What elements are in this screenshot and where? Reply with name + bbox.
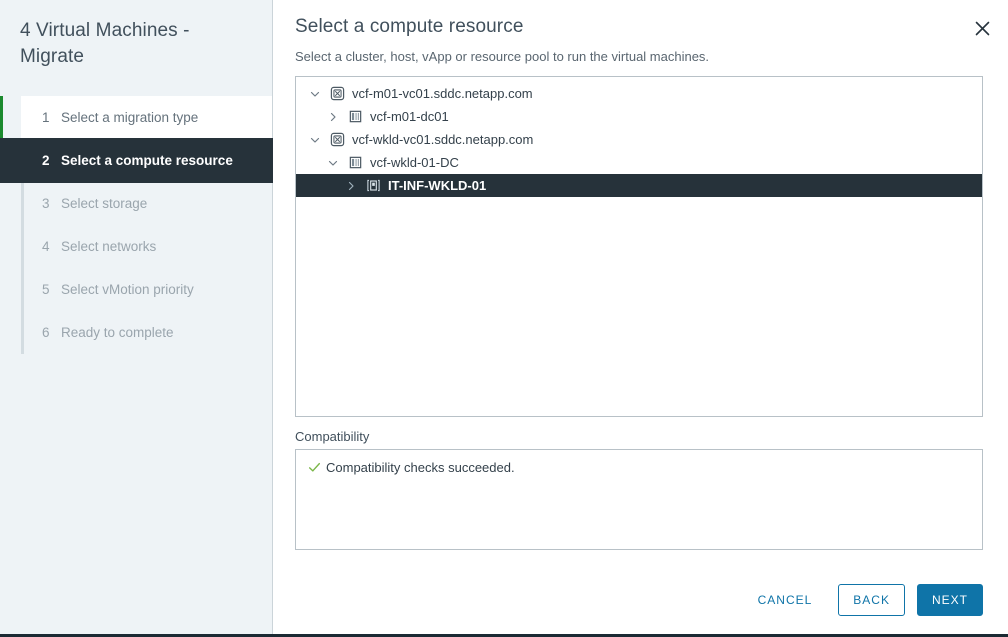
tree-row[interactable]: vcf-wkld-vc01.sddc.netapp.com (296, 128, 982, 151)
compute-resource-tree[interactable]: vcf-m01-vc01.sddc.netapp.com (295, 76, 983, 417)
tree-row-label: vcf-wkld-01-DC (366, 155, 459, 170)
step-number: 6 (42, 325, 61, 340)
check-icon (308, 460, 326, 474)
step-number: 4 (42, 239, 61, 254)
tree-row[interactable]: vcf-wkld-01-DC (296, 151, 982, 174)
datacenter-icon (344, 155, 366, 170)
tree-row-label: vcf-m01-dc01 (366, 109, 449, 124)
step-number: 1 (42, 110, 61, 125)
sidebar-step-4: 4 Select networks (21, 225, 272, 268)
chevron-right-icon[interactable] (322, 112, 344, 122)
close-button[interactable] (970, 16, 994, 40)
step-label: Select a compute resource (61, 153, 233, 168)
tree-row-label: IT-INF-WKLD-01 (384, 178, 486, 193)
vcenter-icon (326, 132, 348, 147)
chevron-down-icon[interactable] (322, 158, 344, 168)
wizard-footer: CANCEL BACK NEXT (744, 584, 983, 616)
migrate-wizard-dialog: 4 Virtual Machines - Migrate 1 Select a … (0, 0, 1008, 637)
step-number: 2 (42, 153, 61, 168)
back-button[interactable]: BACK (838, 584, 905, 616)
compatibility-panel: Compatibility checks succeeded. (295, 449, 983, 550)
step-label: Select networks (61, 239, 156, 254)
wizard-title: 4 Virtual Machines - Migrate (0, 0, 272, 70)
vcenter-icon (326, 86, 348, 101)
step-label: Select vMotion priority (61, 282, 194, 297)
tree-row-selected[interactable]: IT-INF-WKLD-01 (296, 174, 982, 197)
sidebar-step-6: 6 Ready to complete (21, 311, 272, 354)
wizard-sidebar: 4 Virtual Machines - Migrate 1 Select a … (0, 0, 273, 634)
tree-row-label: vcf-m01-vc01.sddc.netapp.com (348, 86, 533, 101)
tree-row-label: vcf-wkld-vc01.sddc.netapp.com (348, 132, 533, 147)
close-icon (975, 21, 990, 36)
step-number: 5 (42, 282, 61, 297)
tree-row[interactable]: vcf-m01-dc01 (296, 105, 982, 128)
step-number: 3 (42, 196, 61, 211)
compatibility-message: Compatibility checks succeeded. (326, 460, 515, 475)
chevron-right-icon[interactable] (340, 181, 362, 191)
wizard-content: Select a compute resource Select a clust… (273, 0, 1008, 634)
sidebar-step-5: 5 Select vMotion priority (21, 268, 272, 311)
next-button[interactable]: NEXT (917, 584, 983, 616)
cancel-button[interactable]: CANCEL (744, 584, 827, 616)
compatibility-label: Compatibility (295, 429, 983, 444)
sidebar-step-1[interactable]: 1 Select a migration type (21, 96, 272, 139)
step-completed-marker (0, 96, 3, 139)
tree-row[interactable]: vcf-m01-vc01.sddc.netapp.com (296, 82, 982, 105)
chevron-down-icon[interactable] (304, 135, 326, 145)
cluster-icon (362, 178, 384, 193)
sidebar-step-3: 3 Select storage (21, 182, 272, 225)
page-title: Select a compute resource (295, 16, 983, 38)
compatibility-status: Compatibility checks succeeded. (308, 460, 970, 475)
step-label: Select a migration type (61, 110, 198, 125)
chevron-down-icon[interactable] (304, 89, 326, 99)
step-label: Select storage (61, 196, 147, 211)
wizard-step-list: 1 Select a migration type 2 Select a com… (0, 96, 272, 354)
datacenter-icon (344, 109, 366, 124)
sidebar-step-2[interactable]: 2 Select a compute resource (0, 139, 272, 182)
page-subtitle: Select a cluster, host, vApp or resource… (295, 49, 983, 64)
step-label: Ready to complete (61, 325, 174, 340)
